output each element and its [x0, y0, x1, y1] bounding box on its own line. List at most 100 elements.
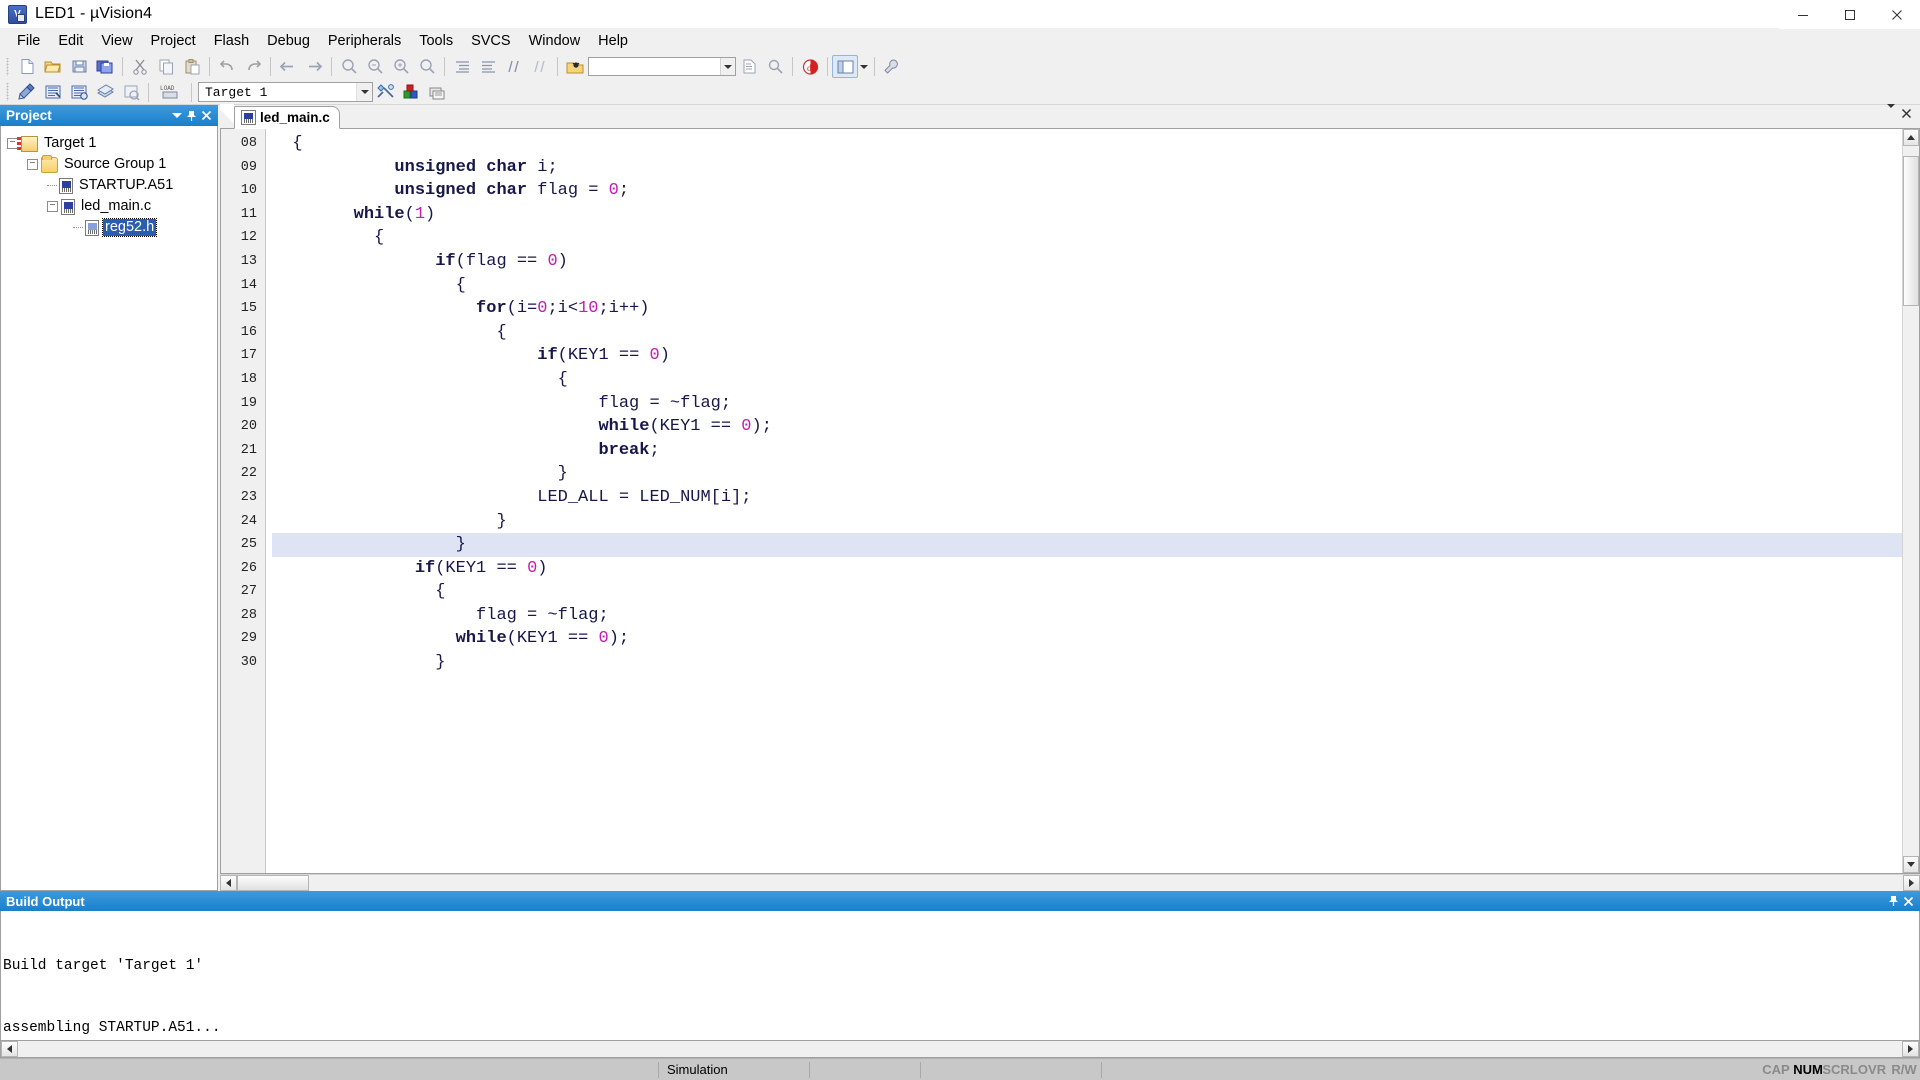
- scroll-right-button[interactable]: [1902, 1041, 1919, 1057]
- chevron-down-icon[interactable]: [1887, 104, 1895, 122]
- build-output-text[interactable]: Build target 'Target 1' assembling START…: [0, 911, 1920, 1041]
- toolbar-grip[interactable]: [4, 57, 12, 76]
- rebuild-all-icon[interactable]: [66, 81, 92, 104]
- search-input[interactable]: [588, 57, 736, 76]
- find-in-files-icon[interactable]: [762, 55, 788, 78]
- open-file-icon[interactable]: [40, 55, 66, 78]
- menu-file[interactable]: File: [8, 30, 49, 52]
- menu-edit[interactable]: Edit: [49, 30, 92, 52]
- chevron-down-icon[interactable]: [356, 83, 372, 101]
- menu-help[interactable]: Help: [589, 30, 637, 52]
- options-for-target-icon[interactable]: [373, 81, 399, 104]
- bookmark-next-icon[interactable]: [388, 55, 414, 78]
- translate-file-icon[interactable]: [14, 81, 40, 104]
- tab-led-main-c[interactable]: led_main.c: [234, 106, 340, 129]
- navigate-forward-icon[interactable]: [301, 55, 327, 78]
- tree-item-target[interactable]: − Target 1: [1, 133, 217, 154]
- download-icon[interactable]: LOAD: [153, 81, 187, 104]
- editor-horizontal-scrollbar[interactable]: [220, 874, 1920, 891]
- uncomment-icon[interactable]: [527, 55, 553, 78]
- code-line[interactable]: if(KEY1 == 0): [272, 557, 1902, 581]
- new-file-icon[interactable]: [14, 55, 40, 78]
- copy-icon[interactable]: [153, 55, 179, 78]
- build-output-horizontal-scrollbar[interactable]: [0, 1041, 1920, 1058]
- code-line[interactable]: {: [272, 132, 1902, 156]
- code-line[interactable]: while(KEY1 == 0);: [272, 627, 1902, 651]
- code-line[interactable]: flag = ~flag;: [272, 604, 1902, 628]
- menu-tools[interactable]: Tools: [410, 30, 462, 52]
- pin-icon[interactable]: [1886, 893, 1901, 910]
- code-lines[interactable]: { unsigned char i; unsigned char flag = …: [266, 129, 1902, 873]
- scroll-track[interactable]: [237, 875, 1903, 891]
- redo-icon[interactable]: [240, 55, 266, 78]
- code-line[interactable]: {: [272, 368, 1902, 392]
- code-line[interactable]: break;: [272, 439, 1902, 463]
- target-select[interactable]: Target 1: [198, 82, 373, 102]
- expander-icon[interactable]: −: [27, 159, 38, 170]
- debug-session-icon[interactable]: [562, 55, 588, 78]
- manage-multi-project-icon[interactable]: [425, 81, 451, 104]
- window-layout-icon[interactable]: [832, 55, 858, 78]
- code-line[interactable]: flag = ~flag;: [272, 392, 1902, 416]
- toolbar-grip[interactable]: [4, 83, 12, 101]
- batch-build-icon[interactable]: [92, 81, 118, 104]
- bookmark-clear-icon[interactable]: [414, 55, 440, 78]
- menu-debug[interactable]: Debug: [258, 30, 319, 52]
- configuration-wizard-icon[interactable]: d: [797, 55, 823, 78]
- close-icon[interactable]: [1901, 893, 1916, 910]
- build-target-icon[interactable]: [40, 81, 66, 104]
- maximize-button[interactable]: [1826, 0, 1873, 29]
- project-tree[interactable]: − Target 1 − Source Group 1 STARTUP.A51: [0, 126, 218, 891]
- code-line[interactable]: {: [272, 226, 1902, 250]
- close-icon[interactable]: [199, 107, 214, 124]
- save-icon[interactable]: [66, 55, 92, 78]
- code-editor[interactable]: 08 09 10 11 12 13 14 15 16 17 18 19 20 2…: [221, 129, 1902, 873]
- window-layout-dropdown[interactable]: [858, 55, 870, 78]
- code-line[interactable]: LED_ALL = LED_NUM[i];: [272, 486, 1902, 510]
- code-line[interactable]: }: [272, 533, 1902, 557]
- code-line[interactable]: if(flag == 0): [272, 250, 1902, 274]
- outdent-icon[interactable]: [475, 55, 501, 78]
- code-line[interactable]: for(i=0;i<10;i++): [272, 297, 1902, 321]
- scroll-right-button[interactable]: [1903, 875, 1920, 891]
- scroll-thumb[interactable]: [1903, 156, 1919, 306]
- code-line[interactable]: if(KEY1 == 0): [272, 344, 1902, 368]
- chevron-down-icon[interactable]: [169, 107, 184, 124]
- menu-window[interactable]: Window: [520, 30, 590, 52]
- expander-icon[interactable]: −: [47, 201, 58, 212]
- code-line[interactable]: }: [272, 462, 1902, 486]
- code-line[interactable]: }: [272, 651, 1902, 675]
- code-line[interactable]: {: [272, 321, 1902, 345]
- menu-project[interactable]: Project: [142, 30, 205, 52]
- tree-item-led-main-c[interactable]: − led_main.c: [1, 196, 217, 217]
- code-line[interactable]: while(KEY1 == 0);: [272, 415, 1902, 439]
- chevron-down-icon[interactable]: [720, 58, 735, 75]
- cut-icon[interactable]: [127, 55, 153, 78]
- menu-flash[interactable]: Flash: [205, 30, 258, 52]
- close-icon[interactable]: [1901, 108, 1912, 122]
- paste-icon[interactable]: [179, 55, 205, 78]
- code-line[interactable]: }: [272, 510, 1902, 534]
- customize-icon[interactable]: [879, 55, 905, 78]
- menu-peripherals[interactable]: Peripherals: [319, 30, 410, 52]
- menu-view[interactable]: View: [92, 30, 141, 52]
- scroll-track[interactable]: [1903, 146, 1919, 856]
- scroll-left-button[interactable]: [1, 1041, 18, 1057]
- tree-item-source-group[interactable]: − Source Group 1: [1, 154, 217, 175]
- menu-svcs[interactable]: SVCS: [462, 30, 520, 52]
- code-line[interactable]: unsigned char i;: [272, 156, 1902, 180]
- code-line[interactable]: {: [272, 274, 1902, 298]
- bookmark-toggle-icon[interactable]: [336, 55, 362, 78]
- scroll-track[interactable]: [18, 1041, 1902, 1057]
- comment-icon[interactable]: [501, 55, 527, 78]
- scroll-thumb[interactable]: [237, 875, 309, 891]
- insert-include-icon[interactable]: [736, 55, 762, 78]
- tree-item-reg52-h[interactable]: reg52.h: [1, 217, 217, 238]
- tree-item-startup-a51[interactable]: STARTUP.A51: [1, 175, 217, 196]
- stop-build-icon[interactable]: [118, 81, 144, 104]
- bookmark-prev-icon[interactable]: [362, 55, 388, 78]
- navigate-back-icon[interactable]: [275, 55, 301, 78]
- editor-vertical-scrollbar[interactable]: [1902, 129, 1919, 873]
- code-line[interactable]: unsigned char flag = 0;: [272, 179, 1902, 203]
- scroll-up-button[interactable]: [1903, 129, 1919, 146]
